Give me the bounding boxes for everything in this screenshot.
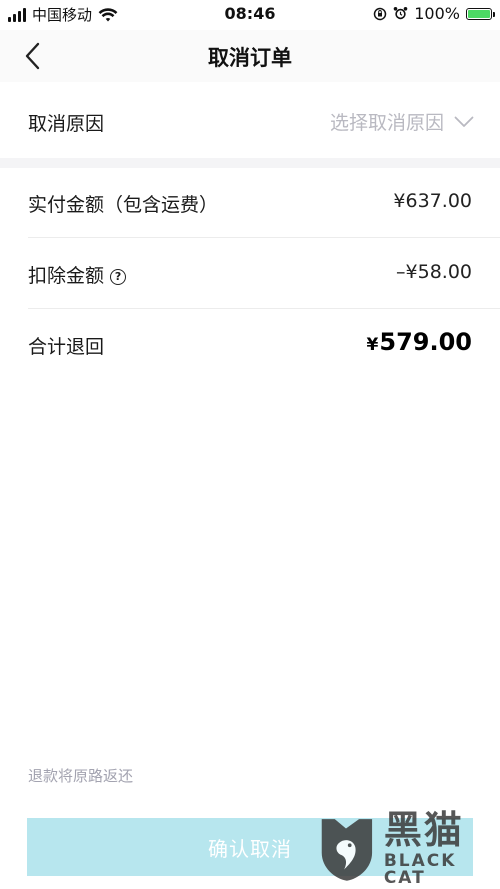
page-title: 取消订单 bbox=[208, 46, 292, 70]
total-refund-label: 合计退回 bbox=[28, 336, 105, 358]
status-bar: 中国移动 08:46 100% bbox=[0, 0, 500, 30]
alarm-icon bbox=[393, 7, 408, 20]
battery-percent: 100% bbox=[414, 4, 460, 23]
paid-amount-value: ¥637.00 bbox=[393, 190, 472, 212]
deduct-amount-label-group: 扣除金额? bbox=[28, 261, 127, 288]
cancel-reason-row[interactable]: 取消原因 选择取消原因 bbox=[0, 82, 500, 158]
watermark-en: BLACK CAT bbox=[383, 851, 457, 888]
row-divider bbox=[28, 308, 500, 309]
deduct-amount-value: –¥58.00 bbox=[396, 261, 472, 283]
cat-logo-icon bbox=[321, 819, 373, 881]
watermark-cn: 黑猫 bbox=[383, 808, 464, 852]
cancel-order-screen: 中国移动 08:46 100% 取消订单 取消原因 选择取消原因 实付金额（包含… bbox=[0, 0, 500, 889]
deduct-amount-label: 扣除金额 bbox=[28, 265, 105, 287]
deduct-amount-row: 扣除金额? –¥58.00 bbox=[0, 239, 500, 309]
total-amount: 579.00 bbox=[379, 328, 472, 356]
cancel-reason-select[interactable]: 选择取消原因 bbox=[330, 108, 474, 135]
total-refund-value: ¥579.00 bbox=[367, 328, 472, 356]
paid-amount-label: 实付金额（包含运费） bbox=[28, 194, 219, 216]
battery-fill bbox=[468, 9, 490, 18]
watermark-text: 黑猫 BLACK CAT bbox=[384, 811, 498, 887]
row-divider bbox=[28, 237, 500, 238]
rotation-lock-icon bbox=[374, 7, 387, 20]
watermark: 黑猫 BLACK CAT bbox=[318, 811, 498, 887]
battery-icon bbox=[466, 7, 495, 20]
chevron-down-icon bbox=[454, 116, 474, 127]
total-refund-row: 合计退回 ¥579.00 bbox=[0, 310, 500, 380]
question-circle-icon[interactable]: ? bbox=[110, 268, 127, 285]
cancel-reason-label: 取消原因 bbox=[28, 113, 105, 135]
total-currency: ¥ bbox=[366, 335, 379, 355]
section-separator bbox=[0, 158, 500, 168]
status-right: 100% bbox=[373, 4, 495, 23]
nav-bar: 取消订单 bbox=[0, 30, 500, 82]
paid-amount-row: 实付金额（包含运费） ¥637.00 bbox=[0, 168, 500, 238]
cancel-reason-placeholder: 选择取消原因 bbox=[329, 112, 444, 134]
refund-note: 退款将原路返还 bbox=[28, 767, 134, 785]
